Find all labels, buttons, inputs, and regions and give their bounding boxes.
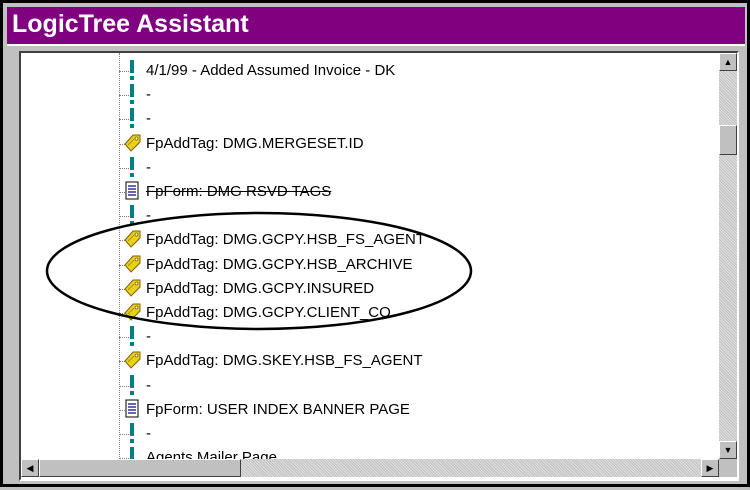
tree-item-label: FpAddTag: DMG.MERGESET.ID — [146, 134, 364, 152]
tag-icon — [122, 132, 142, 154]
exclamation-icon — [122, 107, 142, 129]
tree-item-label: - — [146, 425, 151, 442]
tree-item[interactable]: Agents Mailer Page — [21, 446, 719, 459]
tree-item-label: FpAddTag: DMG.SKEY.HSB_FS_AGENT — [146, 352, 423, 370]
exclamation-icon — [122, 204, 142, 226]
title-bar[interactable]: LogicTree Assistant — [7, 7, 745, 46]
tree-item[interactable]: FpAddTag: DMG.SKEY.HSB_FS_AGENT — [21, 349, 719, 373]
tree-item[interactable]: FpAddTag: DMG.GCPY.INSURED — [21, 277, 719, 301]
tree-item-label: 4/1/99 - Added Assumed Invoice - DK — [146, 62, 396, 79]
tree-item-label: Agents Mailer Page — [146, 449, 277, 459]
tree-item-label: - — [146, 110, 151, 128]
tree-item[interactable]: 4/1/99 - Added Assumed Invoice - DK — [21, 59, 719, 83]
tree-item-label: - — [146, 328, 151, 346]
vertical-scroll-thumb[interactable] — [719, 125, 737, 155]
tree-item-label: FpAddTag: DMG.GCPY.CLIENT_CO — [146, 304, 391, 321]
tree-item-label: - — [146, 86, 151, 104]
tree-item-label: FpAddTag: DMG.GCPY.HSB_FS_AGENT — [146, 231, 425, 249]
tree-item[interactable]: FpAddTag: DMG.GCPY.HSB_FS_AGENT — [21, 228, 719, 252]
exclamation-icon — [122, 446, 142, 459]
window-title: LogicTree Assistant — [12, 10, 249, 38]
tree-item[interactable]: FpAddTag: DMG.GCPY.CLIENT_CO — [21, 301, 719, 325]
horizontal-scroll-thumb[interactable] — [39, 459, 241, 477]
exclamation-icon — [122, 83, 142, 105]
arrow-right-icon[interactable]: ▶ — [701, 459, 719, 477]
tree-item[interactable]: - — [21, 204, 719, 228]
tag-icon — [122, 301, 142, 323]
tree-item-label: FpForm: USER INDEX BANNER PAGE — [146, 400, 410, 418]
tree-item[interactable]: - — [21, 422, 719, 446]
horizontal-scrollbar[interactable]: ◀ ▶ — [21, 459, 719, 477]
vertical-scrollbar[interactable]: ▲ ▼ — [719, 53, 737, 459]
tree-item[interactable]: - — [21, 156, 719, 180]
exclamation-icon — [122, 374, 142, 396]
tree-view[interactable]: 4/1/99 - Added Assumed Invoice - DK - - FpA… — [21, 53, 719, 459]
arrow-up-icon[interactable]: ▲ — [719, 53, 737, 71]
scrollbar-corner — [719, 459, 737, 477]
tag-icon — [122, 277, 142, 299]
tree-view-frame: 4/1/99 - Added Assumed Invoice - DK - - FpA… — [19, 51, 739, 481]
tree-item-label: FpAddTag: DMG.GCPY.INSURED — [146, 279, 375, 297]
tree-item-label: - — [146, 376, 151, 394]
tree-item[interactable]: - — [21, 374, 719, 398]
document-icon — [122, 398, 142, 420]
arrow-down-icon[interactable]: ▼ — [719, 441, 737, 459]
tag-icon — [122, 349, 142, 371]
tree-item-label: FpAddTag: DMG.GCPY.HSB_ARCHIVE — [146, 255, 413, 273]
tag-icon — [122, 228, 142, 250]
exclamation-icon — [122, 422, 142, 444]
tag-icon — [122, 253, 142, 275]
tree-item[interactable]: FpForm: USER INDEX BANNER PAGE — [21, 398, 719, 422]
document-icon — [122, 180, 142, 202]
tree-item[interactable]: - — [21, 325, 719, 349]
tree-item-label: - — [146, 158, 151, 176]
exclamation-icon — [122, 59, 142, 81]
tree-item[interactable]: FpAddTag: DMG.GCPY.HSB_ARCHIVE — [21, 253, 719, 277]
exclamation-icon — [122, 325, 142, 347]
tree-item[interactable]: FpForm: DMG RSVD TAGS — [21, 180, 719, 204]
tree-item[interactable]: FpAddTag: DMG.MERGESET.ID — [21, 132, 719, 156]
arrow-left-icon[interactable]: ◀ — [21, 459, 39, 477]
tree-item-label: - — [146, 207, 151, 225]
tree-item[interactable]: - — [21, 83, 719, 107]
logictree-window: LogicTree Assistant 4/1/99 - Added Assum… — [0, 0, 750, 487]
tree-item-label: FpForm: DMG RSVD TAGS — [146, 183, 332, 200]
exclamation-icon — [122, 156, 142, 178]
tree-item[interactable]: - — [21, 107, 719, 131]
